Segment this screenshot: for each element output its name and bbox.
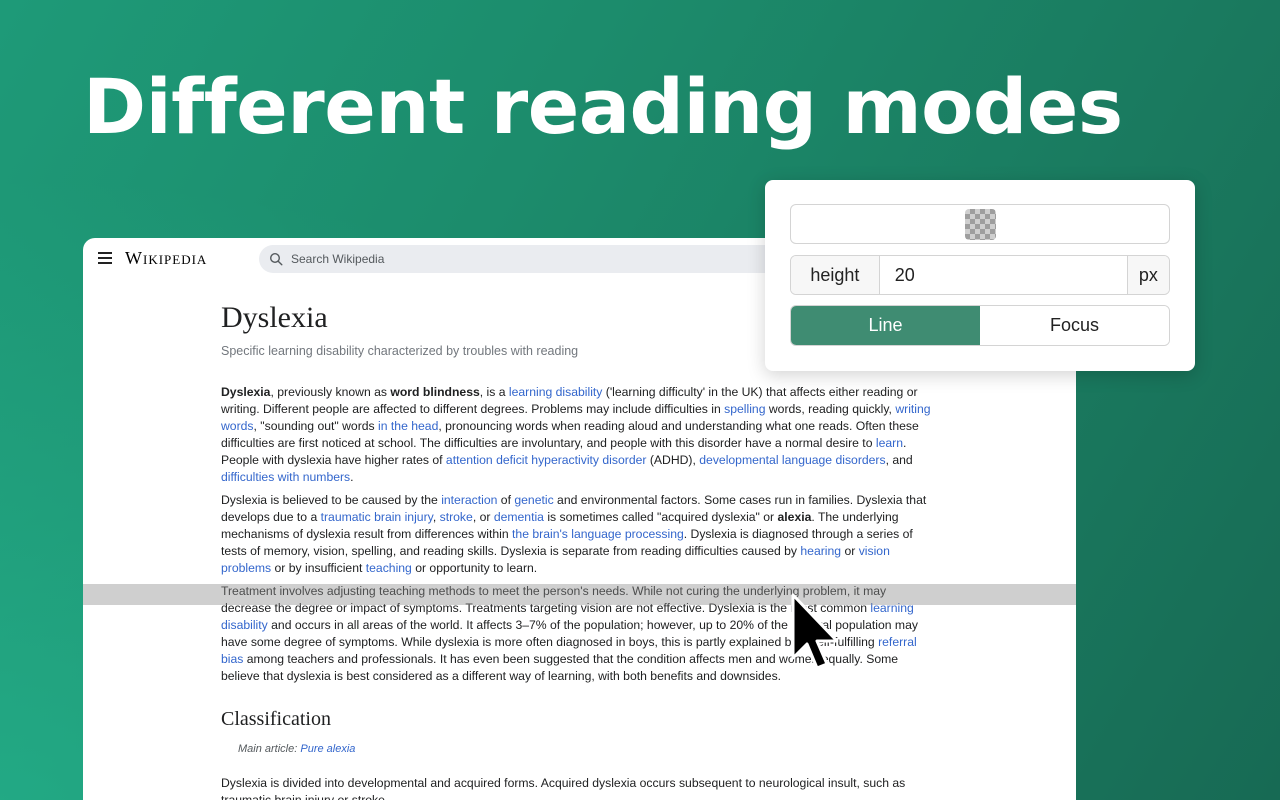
- article-link[interactable]: genetic: [514, 493, 553, 507]
- search-box[interactable]: [259, 245, 819, 273]
- text-run: , previously known as: [270, 385, 391, 399]
- hatnote-prefix: Main article:: [238, 743, 301, 755]
- article-link[interactable]: stroke: [440, 510, 473, 524]
- headline: Different reading modes: [83, 62, 1123, 151]
- focus-mode-button[interactable]: Focus: [980, 306, 1169, 345]
- paragraph-treatment: Treatment involves adjusting teaching me…: [221, 583, 933, 685]
- text-run: ,: [432, 510, 440, 524]
- article-link[interactable]: learn: [876, 436, 903, 450]
- search-input[interactable]: [291, 250, 791, 268]
- paragraph-intro: Dyslexia, previously known as word blind…: [221, 384, 933, 486]
- article-link[interactable]: the brain's language processing: [512, 527, 684, 541]
- mode-toggle: Line Focus: [790, 305, 1170, 346]
- article-link[interactable]: interaction: [441, 493, 497, 507]
- line-mode-button[interactable]: Line: [791, 306, 980, 345]
- text-run: , or: [472, 510, 494, 524]
- wikipedia-wordmark[interactable]: Wikipedia: [125, 248, 207, 269]
- article-link[interactable]: in the head: [378, 419, 438, 433]
- menu-icon[interactable]: [98, 252, 112, 264]
- text-run: is sometimes called "acquired dyslexia" …: [543, 510, 778, 524]
- article-link[interactable]: difficulties with numbers: [221, 470, 350, 484]
- paragraph-classification: Dyslexia is divided into developmental a…: [221, 775, 933, 800]
- color-picker-button[interactable]: [790, 204, 1170, 244]
- text-run: Dyslexia is divided into developmental a…: [221, 776, 906, 800]
- article-link[interactable]: dementia: [494, 510, 544, 524]
- text-run: , "sounding out" words: [253, 419, 379, 433]
- article-link[interactable]: traumatic brain injury: [321, 510, 433, 524]
- reading-mode-settings-panel: height px Line Focus: [765, 180, 1195, 371]
- text-run: Dyslexia is believed to be caused by the: [221, 493, 442, 507]
- hatnote: Main article: Pure alexia: [238, 743, 933, 755]
- text-run: and occurs in all areas of the world. It…: [221, 618, 918, 649]
- article-link[interactable]: developmental language disorders: [699, 453, 885, 467]
- article-link[interactable]: attention deficit hyperactivity disorder: [446, 453, 647, 467]
- article-link[interactable]: hearing: [800, 544, 841, 558]
- text-run: Treatment involves adjusting teaching me…: [221, 584, 887, 615]
- bold-term: Dyslexia: [221, 385, 271, 399]
- text-run: .: [350, 470, 354, 484]
- article-link[interactable]: learning disability: [509, 385, 603, 399]
- bold-term: word blindness: [390, 385, 480, 399]
- color-swatch[interactable]: [965, 209, 996, 240]
- text-run: (ADHD),: [646, 453, 700, 467]
- text-run: or opportunity to learn.: [411, 561, 538, 575]
- text-run: or: [841, 544, 859, 558]
- section-heading-classification: Classification: [221, 708, 331, 730]
- text-run: words, reading quickly,: [765, 402, 896, 416]
- text-run: , and: [885, 453, 913, 467]
- search-icon: [269, 252, 283, 266]
- bold-term: alexia: [777, 510, 812, 524]
- text-run: of: [497, 493, 515, 507]
- text-run: or by insufficient: [271, 561, 366, 575]
- article-link[interactable]: teaching: [366, 561, 412, 575]
- article: Dyslexia Specific learning disability ch…: [221, 300, 933, 800]
- height-input[interactable]: [879, 256, 1127, 294]
- hatnote-link[interactable]: Pure alexia: [300, 743, 355, 755]
- text-run: , is a: [479, 385, 509, 399]
- height-label: height: [791, 256, 880, 294]
- unit-label: px: [1126, 256, 1169, 294]
- paragraph-causes: Dyslexia is believed to be caused by the…: [221, 492, 933, 577]
- text-run: among teachers and professionals. It has…: [221, 652, 899, 683]
- height-field-group: height px: [790, 255, 1170, 295]
- article-link[interactable]: spelling: [724, 402, 765, 416]
